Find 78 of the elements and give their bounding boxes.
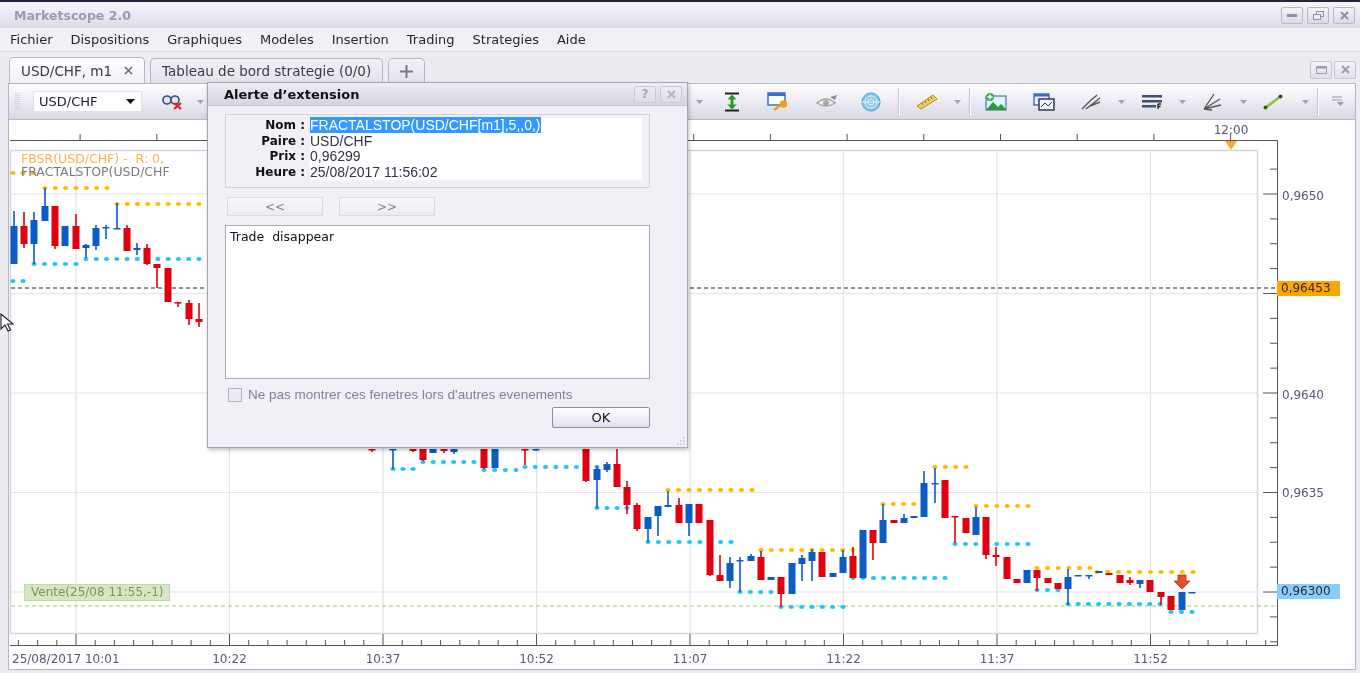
caret-icon[interactable]: [1118, 99, 1125, 104]
close-icon: [666, 89, 676, 99]
plus-icon: [400, 64, 414, 78]
fan-lines-icon[interactable]: [1201, 92, 1222, 111]
ok-button[interactable]: OK: [552, 407, 650, 428]
down-arrow-icon: [1173, 574, 1191, 590]
dialog-title: Alerte d’extension: [224, 86, 361, 102]
time-label: 11:37: [979, 652, 1015, 666]
close-icon[interactable]: [124, 66, 134, 75]
field-label: Heure :: [254, 164, 306, 180]
field-label: Nom :: [264, 118, 306, 134]
menu-item[interactable]: Dispositions: [70, 32, 150, 47]
restore-icon: [1312, 10, 1324, 20]
checkbox-label: Ne pas montrer ces fenetres lors d'autres evenements: [248, 387, 573, 402]
restore-button[interactable]: [1307, 6, 1329, 24]
time-marker-icon: [1225, 141, 1237, 150]
menu-item[interactable]: Aide: [556, 32, 586, 47]
field-label: Paire :: [260, 133, 306, 149]
windows-icon[interactable]: [1033, 92, 1055, 111]
time-label: 11:52: [1133, 652, 1168, 666]
ruler-icon[interactable]: [916, 93, 938, 110]
target-icon[interactable]: [861, 91, 881, 112]
window-key-icon[interactable]: [766, 91, 789, 112]
tab[interactable]: Tableau de bord strategie (0/0): [150, 58, 384, 83]
maximize-icon: [1315, 65, 1327, 74]
menu-item[interactable]: Fichier: [10, 32, 53, 47]
window-title: Marketscope 2.0: [14, 7, 132, 23]
menu-item[interactable]: Trading: [406, 32, 455, 47]
close-button[interactable]: [1334, 60, 1356, 79]
caret-icon: [126, 99, 135, 104]
message-field[interactable]: Trade disappear: [225, 225, 650, 379]
i-beam-arrow-icon[interactable]: [722, 91, 741, 112]
caret-icon[interactable]: [196, 99, 204, 104]
time-label: 25/08/2017 10:01: [12, 652, 120, 666]
price-label: 0,9635: [1282, 486, 1324, 500]
caret-icon[interactable]: [954, 99, 961, 104]
time-label: 10:22: [212, 652, 247, 666]
eye-icon[interactable]: [815, 93, 838, 110]
price-label: 0,9640: [1282, 387, 1324, 402]
caret-icon[interactable]: [1179, 99, 1186, 104]
close-button[interactable]: [660, 85, 682, 103]
line-icon[interactable]: [1262, 93, 1283, 110]
caret-icon[interactable]: [1302, 99, 1309, 104]
time-label: 11:07: [672, 652, 708, 666]
caret-icon[interactable]: [1240, 99, 1247, 104]
picture-icon[interactable]: [985, 92, 1007, 111]
field-value[interactable]: 0,96299: [310, 149, 642, 165]
menu-item[interactable]: Insertion: [331, 32, 389, 47]
close-button[interactable]: [1333, 6, 1355, 24]
price-label: 0,9650: [1282, 188, 1324, 203]
resize-grip-icon[interactable]: [677, 437, 685, 445]
price-marker: 0,96300: [1277, 584, 1340, 599]
menu-item[interactable]: Strategies: [472, 32, 539, 47]
maximize-button[interactable]: [1310, 60, 1332, 79]
trade-label: Vente(25/08 11:55,-1): [24, 584, 171, 601]
symbol-dropdown[interactable]: USD/CHF: [33, 91, 142, 112]
indicator-legend: FRACTALSTOP(USD/CHF: [21, 164, 170, 179]
tab[interactable]: USD/CHF, m1: [9, 57, 146, 83]
indicator-legend: FBSR(USD/CHF) - R: 0,: [21, 151, 164, 166]
grip-icon[interactable]: [14, 92, 20, 111]
menu-item[interactable]: Graphiques: [167, 32, 242, 47]
time-label: 10:37: [365, 652, 401, 666]
minimize-icon: [1287, 13, 1297, 17]
close-icon: [1340, 65, 1350, 74]
diagonal-lines-icon[interactable]: [1081, 93, 1101, 110]
close-icon: [1339, 10, 1349, 20]
menu-item[interactable]: Modeles: [259, 32, 314, 47]
glasses-cross-icon[interactable]: [162, 93, 182, 110]
price-marker: 0,96453: [1277, 281, 1340, 296]
minimize-button[interactable]: [1281, 6, 1303, 24]
lines-icon[interactable]: [1141, 93, 1163, 110]
field-label: Prix :: [268, 149, 306, 165]
new-tab-button[interactable]: [388, 58, 426, 83]
time-label: 10:52: [519, 652, 554, 666]
time-label: 12:00: [1213, 123, 1249, 137]
time-label: 11:22: [826, 652, 861, 666]
caret-icon[interactable]: [696, 99, 703, 104]
overflow-icon[interactable]: [1332, 96, 1344, 107]
